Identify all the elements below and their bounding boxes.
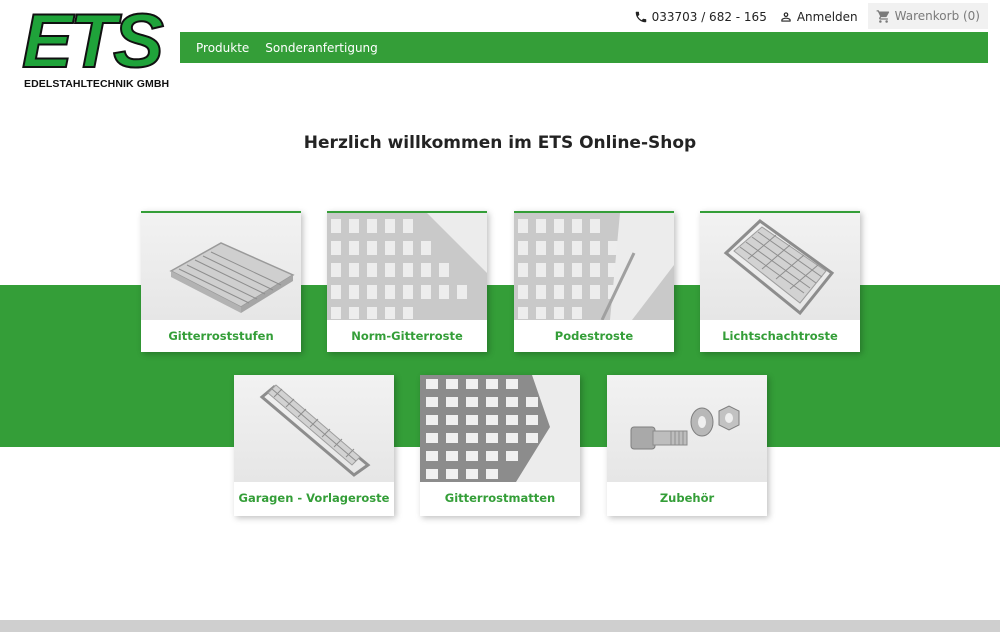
logo-subtitle: EDELSTAHLTECHNIK GMBH [24,78,170,90]
category-label: Gitterroststufen [168,329,274,343]
nav-item-produkte[interactable]: Produkte [196,41,249,55]
light-well-grating-icon [723,219,835,316]
company-logo[interactable]: ETS EDELSTAHLTECHNIK GMBH [21,0,170,91]
category-tile-zubehoer[interactable]: Zubehör [607,375,767,516]
phone-number: 033703 / 682 - 165 [651,10,767,24]
main-navigation: Produkte Sonderanfertigung [180,32,988,63]
category-tile-podestroste[interactable]: Podestroste [514,211,674,352]
nav-item-sonderanfertigung[interactable]: Sonderanfertigung [265,41,377,55]
category-label: Gitterrostmatten [444,491,556,505]
category-image [514,213,674,320]
category-tile-garagen-vorlageroste[interactable]: Garagen - Vorlageroste [234,375,394,516]
category-image [327,213,487,320]
standard-grating-icon [327,213,487,320]
category-label: Norm-Gitterroste [351,329,463,343]
category-label: Lichtschachtroste [722,329,838,343]
cart-icon [876,9,889,23]
category-tile-lichtschachtroste[interactable]: Lichtschachtroste [700,211,860,352]
login-link[interactable]: Anmelden [779,10,858,24]
category-tile-gitterrostmatten[interactable]: Gitterrostmatten [420,375,580,516]
category-label: Zubehör [659,491,715,505]
garage-grating-icon [259,384,371,477]
category-tile-norm-gitterroste[interactable]: Norm-Gitterroste [327,211,487,352]
grating-mat-icon [420,375,580,482]
phone-contact[interactable]: 033703 / 682 - 165 [634,10,767,24]
category-image [141,213,301,320]
platform-grating-icon [514,213,674,320]
bolt-nut-washer-icon [630,405,740,450]
category-image [700,213,860,320]
category-label: Podestroste [554,329,634,343]
login-label: Anmelden [796,10,858,24]
cart-label: Warenkorb (0) [894,9,980,23]
phone-icon [635,11,646,23]
logo-brand: ETS [21,0,165,84]
category-image [420,375,580,482]
category-label: Garagen - Vorlageroste [238,491,390,505]
category-image [607,375,767,482]
stair-tread-grating-icon [169,242,295,313]
cart-button[interactable]: Warenkorb (0) [867,3,988,29]
user-icon [781,12,791,22]
top-utility-bar: 033703 / 682 - 165 Anmelden Warenkorb (0… [622,3,988,29]
page: ETS EDELSTAHLTECHNIK GMBH 033703 / 682 -… [0,0,1000,632]
category-tile-gitterroststufen[interactable]: Gitterroststufen [141,211,301,352]
page-title: Herzlich willkommen im ETS Online-Shop [303,133,697,153]
footer-divider [0,620,1000,632]
category-image [234,375,394,482]
